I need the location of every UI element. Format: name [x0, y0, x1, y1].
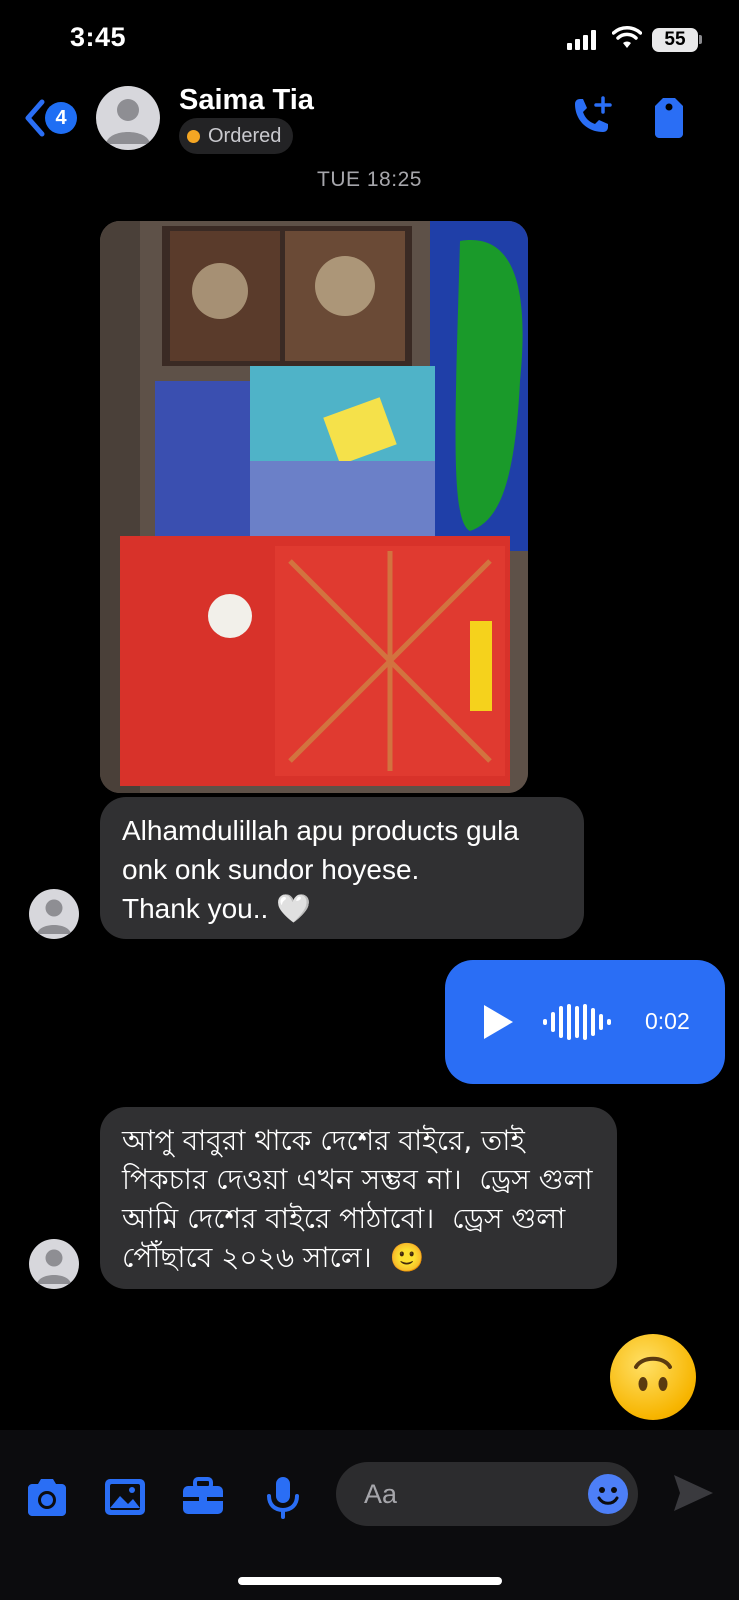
order-status-label: Ordered — [208, 124, 282, 147]
voice-duration: 0:02 — [645, 1008, 690, 1034]
message-text: আপু বাবুরা থাকে দেশের বাইরে, তাই পিকচার … — [122, 1124, 593, 1274]
order-status-pill[interactable]: Ordered — [179, 118, 294, 154]
sender-avatar[interactable] — [29, 1239, 79, 1289]
incoming-message-bubble[interactable]: Alhamdulillah apu products gula onk onk … — [100, 797, 584, 939]
shared-photo[interactable] — [100, 221, 528, 793]
toolbox-icon[interactable] — [180, 1474, 226, 1520]
status-dot — [187, 129, 200, 143]
signal-icon — [567, 30, 596, 50]
person-icon — [37, 899, 71, 934]
home-indicator — [238, 1577, 502, 1585]
message-text: Alhamdulillah apu products gula onk onk … — [122, 815, 519, 924]
phone-add-icon[interactable] — [569, 94, 615, 140]
contact-name[interactable]: Saima Tia — [179, 84, 314, 117]
sender-avatar[interactable] — [29, 889, 79, 939]
message-input-placeholder[interactable]: Aa — [364, 1479, 397, 1510]
emoji-face — [634, 1356, 672, 1391]
emoji-icon[interactable] — [588, 1474, 628, 1514]
wifi-icon — [612, 26, 642, 48]
status-time: 3:45 — [70, 22, 127, 52]
camera-icon[interactable] — [24, 1474, 70, 1520]
tag-icon[interactable] — [649, 94, 689, 140]
gallery-icon[interactable] — [102, 1474, 148, 1520]
voice-message-bubble[interactable]: 0:02 — [445, 960, 725, 1084]
smile-face — [597, 1487, 619, 1505]
send-icon[interactable] — [670, 1470, 716, 1516]
contact-avatar[interactable] — [96, 86, 160, 150]
unread-count-badge[interactable]: 4 — [45, 102, 77, 134]
waveform-icon — [543, 1004, 611, 1040]
packaged-dresses-image — [100, 221, 528, 793]
person-icon — [106, 99, 150, 144]
person-icon — [37, 1249, 71, 1284]
upside-down-face-icon[interactable] — [610, 1334, 696, 1420]
microphone-icon[interactable] — [260, 1474, 306, 1520]
battery-tip — [699, 35, 702, 44]
battery-indicator: 55 — [652, 28, 698, 52]
message-timestamp: TUE 18:25 — [317, 168, 422, 191]
incoming-message-bubble[interactable]: আপু বাবুরা থাকে দেশের বাইরে, তাই পিকচার … — [100, 1107, 617, 1289]
play-icon[interactable] — [480, 1002, 516, 1042]
message-input[interactable]: Aa — [336, 1462, 638, 1526]
